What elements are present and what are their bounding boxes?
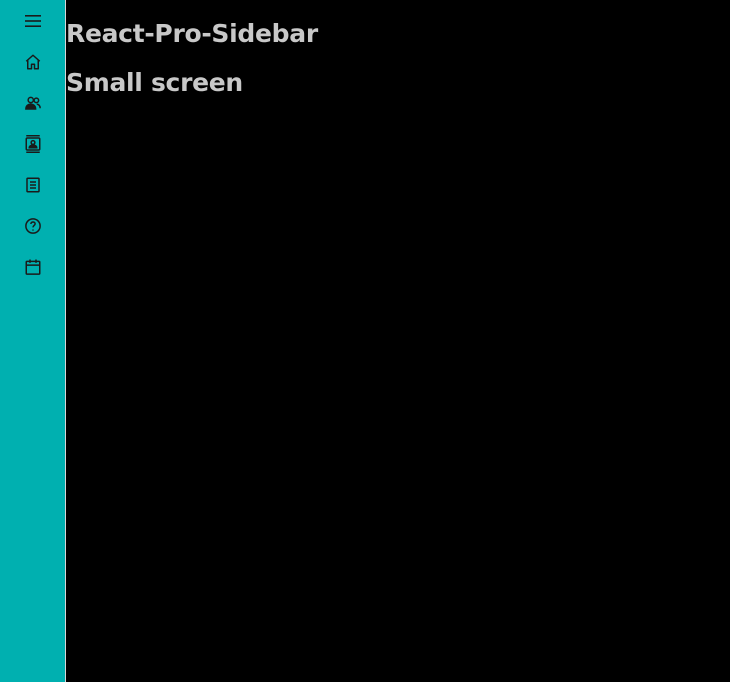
page-subtitle: Small screen <box>66 68 243 97</box>
menu-toggle-button[interactable] <box>0 0 65 41</box>
people-icon <box>24 94 42 112</box>
sidebar-item-contacts[interactable] <box>0 123 65 164</box>
main-content: React-Pro-Sidebar Small screen <box>66 0 730 682</box>
calendar-icon <box>24 258 42 276</box>
help-circle-icon <box>24 217 42 235</box>
hamburger-menu-icon <box>24 14 42 28</box>
sidebar-item-faq[interactable] <box>0 205 65 246</box>
sidebar-item-home[interactable] <box>0 41 65 82</box>
home-icon <box>24 53 42 71</box>
sidebar-item-invoices[interactable] <box>0 164 65 205</box>
sidebar <box>0 0 66 682</box>
page-title: React-Pro-Sidebar <box>66 19 318 48</box>
sidebar-item-people[interactable] <box>0 82 65 123</box>
contact-card-icon <box>24 134 42 154</box>
receipt-icon <box>24 176 42 194</box>
sidebar-item-calendar[interactable] <box>0 246 65 287</box>
app-root: React-Pro-Sidebar Small screen <box>0 0 730 682</box>
